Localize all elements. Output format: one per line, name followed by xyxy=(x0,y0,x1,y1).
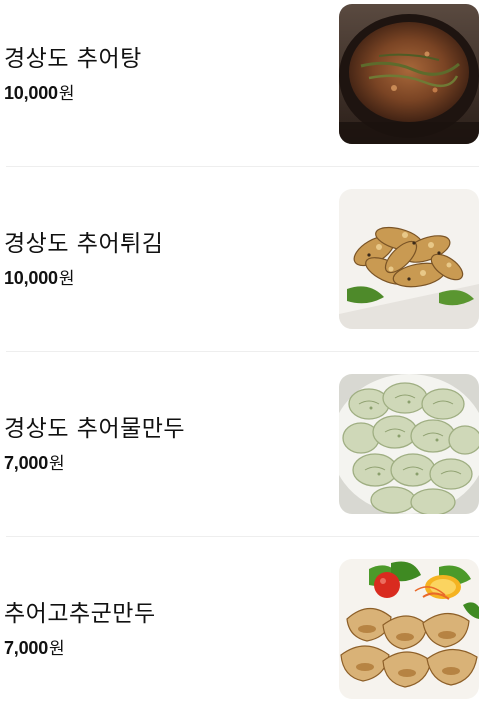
price-value: 7,000 xyxy=(4,638,49,658)
soup-bowl-image xyxy=(339,4,479,144)
pan-fried-dumplings-photo[interactable] xyxy=(339,559,479,699)
price-unit: 원 xyxy=(58,84,75,104)
menu-item-price: 7,000원 xyxy=(4,634,65,659)
boiled-dumplings-photo[interactable] xyxy=(339,374,479,514)
menu-item-name: 경상도 추어튀김 xyxy=(4,231,164,257)
price-value: 7,000 xyxy=(4,453,49,473)
price-unit: 원 xyxy=(58,269,75,289)
price-unit: 원 xyxy=(49,639,65,659)
menu-item-price: 7,000원 xyxy=(4,449,65,474)
chueotang-soup-photo[interactable] xyxy=(339,4,479,144)
menu-item-price: 10,000원 xyxy=(4,79,75,104)
price-unit: 원 xyxy=(49,454,65,474)
menu-item-price: 10,000원 xyxy=(4,264,75,289)
menu-item-chueo-mulmandu[interactable]: 경상도 추어물만두 7,000원 xyxy=(0,352,491,536)
menu-item-name: 추어고추군만두 xyxy=(4,601,156,627)
price-value: 10,000 xyxy=(4,268,58,288)
menu-item-name: 경상도 추어탕 xyxy=(4,46,142,72)
price-value: 10,000 xyxy=(4,83,58,103)
menu-item-chueo-twigim[interactable]: 경상도 추어튀김 10,000원 xyxy=(0,167,491,351)
menu-list: 경상도 추어탕 10,000원 경상도 추어튀김 10,000원 경상도 추어물… xyxy=(0,0,491,702)
menu-item-name: 경상도 추어물만두 xyxy=(4,416,186,442)
menu-item-chueotang[interactable]: 경상도 추어탕 10,000원 xyxy=(0,0,491,166)
pan-fried-dumplings-image xyxy=(339,559,479,699)
fried-loach-photo[interactable] xyxy=(339,189,479,329)
menu-item-chueo-gochu-gunmandu[interactable]: 추어고추군만두 7,000원 xyxy=(0,537,491,721)
boiled-dumplings-image xyxy=(339,374,479,514)
fried-loach-image xyxy=(339,189,479,329)
